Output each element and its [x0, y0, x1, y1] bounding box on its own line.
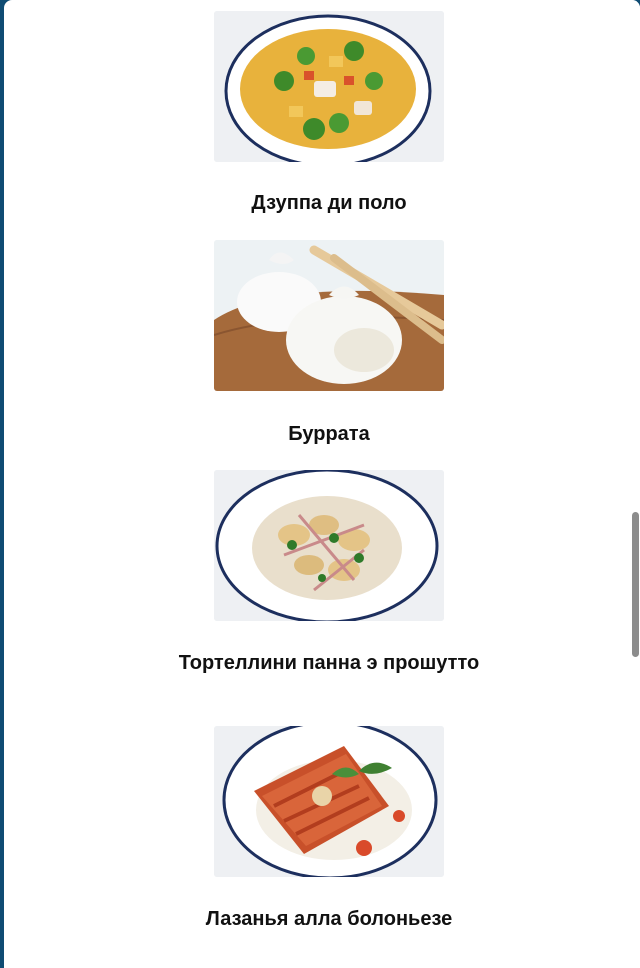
tortellini-image — [214, 470, 444, 621]
menu-item-title[interactable]: Буррата — [164, 421, 494, 448]
scrollbar-thumb[interactable] — [632, 512, 639, 657]
menu-item-title[interactable]: Дзуппа ди поло — [164, 190, 494, 217]
tortellini-photo[interactable] — [214, 470, 444, 621]
chicken-soup-image — [214, 11, 444, 162]
menu-item-title[interactable]: Лазанья алла болоньезе — [164, 906, 494, 933]
lasagna-photo[interactable] — [214, 726, 444, 877]
burrata-image — [214, 240, 444, 391]
burrata-photo[interactable] — [214, 240, 444, 391]
app-window: Дзуппа ди поло Буррата Тортеллини панна … — [4, 0, 640, 968]
menu-item-title[interactable]: Тортеллини панна э прошутто — [164, 650, 494, 677]
vertical-scrollbar[interactable] — [630, 0, 640, 968]
chicken-soup-photo[interactable] — [214, 11, 444, 162]
lasagna-image — [214, 726, 444, 877]
menu-list: Дзуппа ди поло Буррата Тортеллини панна … — [4, 0, 634, 968]
